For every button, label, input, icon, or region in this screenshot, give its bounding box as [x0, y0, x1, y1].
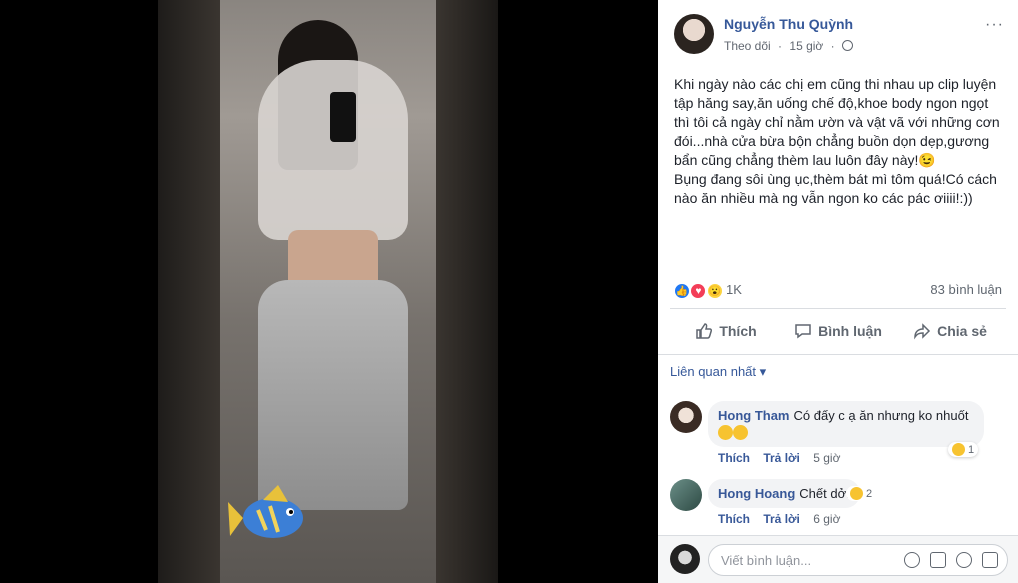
thumbs-up-icon	[696, 323, 713, 339]
like-label: Thích	[719, 323, 757, 339]
commenter-name[interactable]: Hong Tham	[718, 408, 790, 423]
comment-reaction-count: 1	[968, 443, 975, 456]
post-photo[interactable]	[158, 0, 498, 583]
divider	[670, 308, 1006, 309]
comment-reactions[interactable]: 2	[846, 486, 877, 501]
current-user-avatar	[670, 544, 700, 574]
comment-button[interactable]: Bình luận	[782, 313, 894, 349]
love-reaction-icon: ♥	[690, 283, 707, 299]
reaction-count[interactable]: 1K	[726, 282, 742, 297]
comment-bubble: Hong Tham Có đấy c ạ ăn nhưng ko nhuốt	[708, 401, 984, 447]
share-label: Chia sẻ	[937, 323, 987, 339]
post-header: Nguyễn Thu Quỳnh Theo dõi · 15 giờ · ···	[674, 12, 1004, 56]
photo-pants	[258, 280, 408, 510]
photo-phone	[330, 92, 356, 142]
comment-reaction-count: 2	[866, 487, 873, 500]
laughing-emoji-icon	[718, 425, 733, 440]
globe-icon	[841, 40, 853, 51]
mirror-frame-left	[158, 0, 220, 583]
like-button[interactable]: Thích	[670, 313, 782, 349]
sort-label: Liên quan nhất	[670, 364, 757, 379]
share-icon	[914, 323, 931, 340]
haha-reaction-icon	[850, 487, 863, 500]
laughing-emoji-icon	[733, 425, 748, 440]
comment-input-placeholder: Viết bình luận...	[721, 553, 812, 568]
post-meta: Theo dõi · 15 giờ ·	[724, 39, 857, 53]
comment-actions: Thích Trả lời 5 giờ	[718, 451, 840, 465]
comment-tools	[904, 552, 998, 568]
more-options-icon[interactable]: ···	[985, 16, 1004, 34]
reactions-bar: 👍 ♥ 😮 1K 83 bình luận	[674, 280, 1002, 300]
mirror-frame-right	[436, 0, 498, 583]
comment-text: Có đấy c ạ ăn nhưng ko nhuốt	[793, 408, 969, 423]
reaction-icons[interactable]: 👍 ♥ 😮	[674, 281, 723, 299]
comment-sort-dropdown[interactable]: Liên quan nhất ▾	[670, 364, 766, 380]
commenter-avatar[interactable]	[670, 479, 702, 511]
photo-figure	[258, 60, 408, 240]
post-actions: Thích Bình luận Chia sẻ	[670, 313, 1006, 349]
comment-reply-link[interactable]: Trả lời	[763, 512, 800, 526]
sticker-icon[interactable]	[982, 552, 998, 568]
emoji-icon[interactable]	[904, 552, 920, 568]
comment-count[interactable]: 83 bình luận	[930, 282, 1002, 297]
meta-dot: ·	[830, 39, 835, 53]
comment-reply-link[interactable]: Trả lời	[763, 451, 800, 465]
fish-sticker-icon	[228, 485, 303, 538]
comment-like-link[interactable]: Thích	[718, 451, 750, 465]
comment-bubble: Hong Hoang Chết dở.	[708, 479, 860, 508]
gif-icon[interactable]	[956, 552, 972, 568]
haha-reaction-icon	[952, 443, 965, 456]
comment-actions: Thích Trả lời 6 giờ	[718, 512, 840, 526]
wow-reaction-icon: 😮	[706, 283, 723, 299]
divider	[658, 354, 1018, 355]
comment-time[interactable]: 6 giờ	[813, 512, 840, 526]
comment-text: Chết dở.	[799, 486, 850, 501]
camera-icon[interactable]	[930, 552, 946, 568]
caret-down-icon: ▾	[759, 364, 767, 379]
commenter-name[interactable]: Hong Hoang	[718, 486, 795, 501]
meta-dot: ·	[778, 39, 783, 53]
comment-like-link[interactable]: Thích	[718, 512, 750, 526]
author-name[interactable]: Nguyễn Thu Quỳnh	[724, 16, 853, 32]
follow-link[interactable]: Theo dõi	[724, 39, 771, 53]
comment-icon	[795, 324, 811, 339]
photo-viewer	[0, 0, 658, 583]
post-panel: Nguyễn Thu Quỳnh Theo dõi · 15 giờ · ···…	[658, 0, 1018, 583]
post-text: Khi ngày nào các chị em cũng thi nhau up…	[674, 76, 1000, 206]
post-time[interactable]: 15 giờ	[789, 39, 823, 53]
comment-reactions[interactable]: 1	[948, 442, 979, 457]
author-avatar[interactable]	[674, 14, 714, 54]
comment-time[interactable]: 5 giờ	[813, 451, 840, 465]
like-reaction-icon: 👍	[674, 283, 690, 299]
share-button[interactable]: Chia sẻ	[894, 313, 1006, 349]
write-comment-bar: Viết bình luận...	[658, 535, 1018, 583]
comment-label: Bình luận	[818, 323, 882, 339]
commenter-avatar[interactable]	[670, 401, 702, 433]
